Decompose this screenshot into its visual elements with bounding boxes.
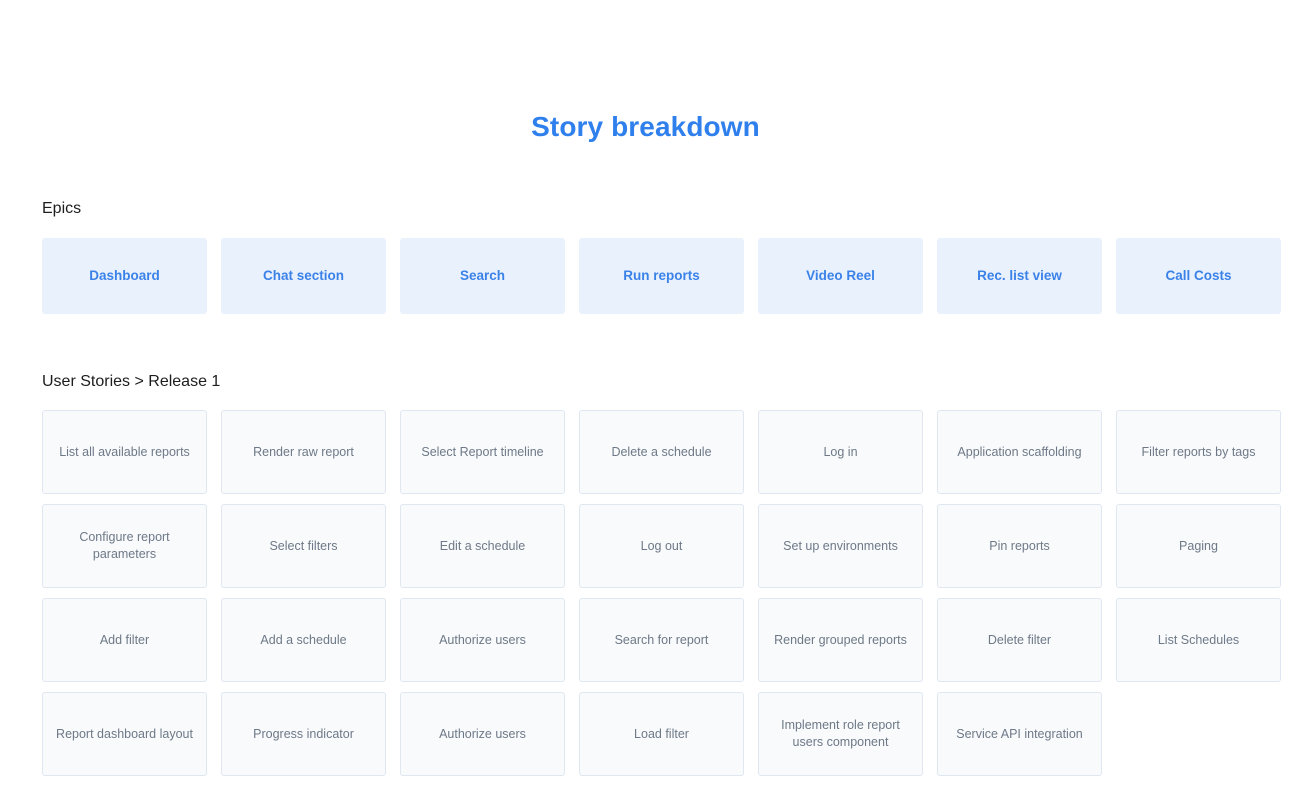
epic-card[interactable]: Search bbox=[400, 238, 565, 314]
user-story-card[interactable]: List Schedules bbox=[1116, 598, 1281, 682]
user-story-card-label: Load filter bbox=[634, 726, 689, 741]
epic-card[interactable]: Run reports bbox=[579, 238, 744, 314]
user-story-card-label: Service API integration bbox=[956, 726, 1083, 741]
user-story-card[interactable]: Paging bbox=[1116, 504, 1281, 588]
epic-card[interactable]: Dashboard bbox=[42, 238, 207, 314]
user-story-card-label: Implement role report users component bbox=[781, 718, 900, 749]
user-story-card-label: List all available reports bbox=[59, 444, 190, 459]
user-story-card[interactable]: Add a schedule bbox=[221, 598, 386, 682]
user-story-card[interactable]: Authorize users bbox=[400, 598, 565, 682]
epic-card-label: Call Costs bbox=[1165, 268, 1232, 283]
user-story-card-label: Authorize users bbox=[439, 632, 526, 647]
user-story-card[interactable]: Add filter bbox=[42, 598, 207, 682]
user-story-card[interactable]: Set up environments bbox=[758, 504, 923, 588]
user-story-card[interactable]: List all available reports bbox=[42, 410, 207, 494]
user-story-card[interactable]: Filter reports by tags bbox=[1116, 410, 1281, 494]
user-story-card-label: Select filters bbox=[269, 538, 338, 553]
user-story-card-label: Edit a schedule bbox=[439, 538, 526, 553]
user-story-card-label: Configure report parameters bbox=[79, 530, 170, 561]
user-story-card[interactable]: Pin reports bbox=[937, 504, 1102, 588]
page-title: Story breakdown bbox=[531, 110, 760, 142]
user-story-card-label: Paging bbox=[1179, 538, 1218, 553]
user-story-card[interactable]: Select filters bbox=[221, 504, 386, 588]
user-story-card[interactable]: Report dashboard layout bbox=[42, 692, 207, 776]
user-story-card-label: Authorize users bbox=[439, 726, 526, 741]
user-story-card[interactable]: Render raw report bbox=[221, 410, 386, 494]
user-stories-row-2: Configure report parameters Select filter… bbox=[42, 504, 1282, 588]
user-story-card[interactable]: Implement role report users component bbox=[758, 692, 923, 776]
user-story-card-label: Add a schedule bbox=[260, 632, 347, 647]
user-story-card-label: Log in bbox=[823, 444, 858, 459]
epic-card-label: Run reports bbox=[623, 268, 700, 283]
epic-card[interactable]: Rec. list view bbox=[937, 238, 1102, 314]
user-story-card-label: Add filter bbox=[99, 632, 150, 647]
epic-card-label: Video Reel bbox=[806, 268, 875, 283]
epic-card-label: Chat section bbox=[262, 268, 344, 283]
user-story-card[interactable]: Authorize users bbox=[400, 692, 565, 776]
epic-card-label: Rec. list view bbox=[977, 268, 1062, 283]
user-stories-row-3: Add filter Add a schedule Authorize users S… bbox=[42, 598, 1282, 682]
user-story-card[interactable]: Service API integration bbox=[937, 692, 1102, 776]
user-story-card[interactable]: Progress indicator bbox=[221, 692, 386, 776]
user-story-card[interactable]: Delete filter bbox=[937, 598, 1102, 682]
story-breakdown-board: Story breakdown Epics Dashboard Chat sect… bbox=[0, 0, 1291, 806]
user-story-card-label: Select Report timeline bbox=[421, 444, 544, 459]
epic-card-label: Dashboard bbox=[89, 268, 160, 283]
user-story-card-label: Log out bbox=[640, 538, 683, 553]
user-story-card[interactable]: Render grouped reports bbox=[758, 598, 923, 682]
epics-row: Dashboard Chat section Search Run reports Vi… bbox=[42, 238, 1282, 314]
user-story-card-label: Delete a schedule bbox=[611, 444, 712, 459]
user-story-card[interactable]: Delete a schedule bbox=[579, 410, 744, 494]
user-story-card[interactable]: Configure report parameters bbox=[42, 504, 207, 588]
user-story-card-label: Set up environments bbox=[783, 538, 898, 553]
user-stories-row-1: List all available reports Render raw rep… bbox=[42, 410, 1282, 494]
user-stories-row-4: Report dashboard layout Progress indicato… bbox=[42, 692, 1282, 776]
epics-section-label: Epics bbox=[42, 200, 82, 217]
user-story-card-label: Progress indicator bbox=[253, 726, 354, 741]
epic-card[interactable]: Chat section bbox=[221, 238, 386, 314]
epic-card-label: Search bbox=[459, 268, 506, 283]
epic-card[interactable]: Call Costs bbox=[1116, 238, 1281, 314]
epic-card[interactable]: Video Reel bbox=[758, 238, 923, 314]
user-story-card[interactable]: Search for report bbox=[579, 598, 744, 682]
user-stories-section-label: User Stories > Release 1 bbox=[42, 373, 221, 390]
user-story-card-label: Render grouped reports bbox=[774, 632, 907, 647]
user-story-card[interactable]: Application scaffolding bbox=[937, 410, 1102, 494]
user-story-card-label: Filter reports by tags bbox=[1141, 444, 1256, 459]
user-story-card[interactable]: Log out bbox=[579, 504, 744, 588]
user-story-card-label: Render raw report bbox=[253, 444, 354, 459]
user-story-card[interactable]: Edit a schedule bbox=[400, 504, 565, 588]
user-story-card[interactable]: Select Report timeline bbox=[400, 410, 565, 494]
user-story-card[interactable]: Load filter bbox=[579, 692, 744, 776]
user-story-card-label: Pin reports bbox=[989, 538, 1050, 553]
user-story-card[interactable]: Log in bbox=[758, 410, 923, 494]
user-story-card-label: List Schedules bbox=[1157, 632, 1240, 647]
user-story-card-label: Application scaffolding bbox=[957, 444, 1082, 459]
user-story-card-label: Delete filter bbox=[987, 632, 1052, 647]
user-story-card-label: Report dashboard layout bbox=[56, 726, 193, 741]
user-story-card-label: Search for report bbox=[614, 632, 709, 647]
